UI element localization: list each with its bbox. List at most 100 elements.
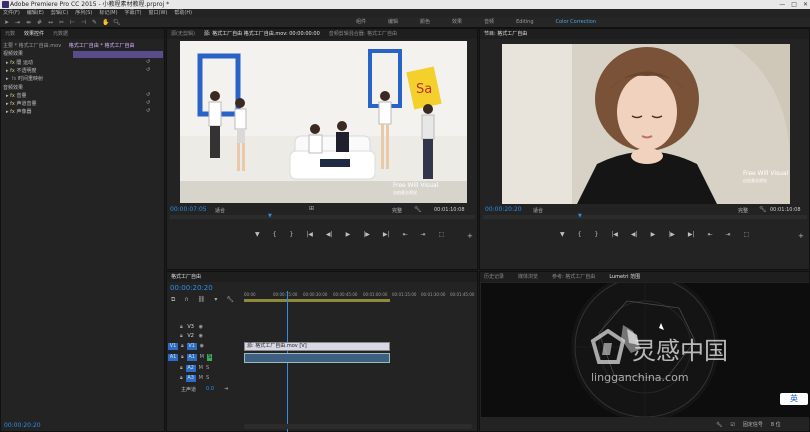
wrench-icon[interactable]: 🔧︎ <box>759 206 767 213</box>
go-to-out-icon[interactable]: ▶| <box>383 231 390 238</box>
workspace-editing[interactable]: Editing <box>516 17 533 28</box>
mark-out-bracket-icon[interactable]: } <box>289 231 293 238</box>
program-timecode[interactable]: 00:00:20:20 <box>485 206 522 213</box>
solo-icon[interactable]: S <box>206 375 209 382</box>
tab-meta[interactable]: 元数 <box>5 29 15 39</box>
track-v3-label[interactable]: V3 <box>186 324 196 331</box>
tab-reference[interactable]: 参考: 格式工厂自由 <box>552 272 595 282</box>
extract-icon[interactable]: ⇥ <box>726 231 731 238</box>
linked-selection-icon[interactable]: ⛓ <box>198 296 206 304</box>
track-a3-label[interactable]: A3 <box>185 375 196 382</box>
add-marker-icon[interactable]: ▾ <box>214 296 217 304</box>
reset-icon[interactable]: ↺ <box>146 59 150 65</box>
lock-icon[interactable]: 🔒︎ <box>180 324 183 331</box>
wrench-icon[interactable]: 🔧︎ <box>414 206 422 213</box>
play-icon[interactable]: ▶ <box>651 231 656 238</box>
source-patch-v1[interactable]: V1 <box>168 343 178 350</box>
step-forward-icon[interactable]: |▶ <box>363 231 370 238</box>
nest-icon[interactable]: ⧉ <box>171 296 175 304</box>
source-timecode[interactable]: 00:00:07:05 <box>170 206 207 213</box>
mute-icon[interactable]: M <box>200 354 204 361</box>
go-to-out-icon[interactable]: ▶| <box>688 231 695 238</box>
maximize-button[interactable]: □ <box>791 0 797 9</box>
work-area-bar[interactable] <box>244 299 390 302</box>
mark-out-bracket-icon[interactable]: } <box>594 231 598 238</box>
tab-history[interactable]: 历史记录 <box>484 272 504 282</box>
menu-sequence[interactable]: 序列(S) <box>75 9 92 17</box>
lift-icon[interactable]: ⇤ <box>707 231 712 238</box>
add-button-icon[interactable]: + <box>467 232 473 240</box>
program-quality-select[interactable]: 完整 <box>738 207 748 214</box>
lock-icon[interactable]: 🔒︎ <box>181 354 184 361</box>
hand-tool-icon[interactable]: ✋ <box>102 19 109 26</box>
reset-icon[interactable]: ↺ <box>146 67 150 73</box>
workspace-color-correction[interactable]: Color Correction <box>556 17 597 28</box>
timeline-timecode[interactable]: 00:00:20:20 <box>170 284 213 292</box>
export-frame-icon[interactable]: ⬚ <box>744 231 750 238</box>
tab-source-empty[interactable]: 源(无剪辑) <box>171 29 195 39</box>
effect-panner[interactable]: ▸ fx 声像器 <box>6 108 31 115</box>
program-zoom-select[interactable]: 适合 <box>533 207 543 214</box>
timeline-ruler[interactable]: 00:00 00:00:15:00 00:00:30:00 00:00:45:0… <box>244 292 476 298</box>
menu-window[interactable]: 窗口(W) <box>149 9 168 17</box>
reset-icon[interactable]: ↺ <box>146 108 150 114</box>
solo-icon[interactable]: S <box>207 354 213 361</box>
go-to-end-icon[interactable]: ⇥ <box>224 386 228 393</box>
tab-media-browser[interactable]: 媒体浏览 <box>518 272 538 282</box>
zoom-tool-icon[interactable]: 🔍︎ <box>113 19 121 26</box>
reset-icon[interactable]: ↺ <box>146 100 150 106</box>
workspace-assembly[interactable]: 组件 <box>356 17 366 28</box>
go-to-in-icon[interactable]: |◀ <box>611 231 618 238</box>
eye-icon[interactable]: ◉ <box>199 333 203 340</box>
track-v2-label[interactable]: V2 <box>186 333 196 340</box>
menu-marker[interactable]: 标记(M) <box>99 9 117 17</box>
track-v1-label[interactable]: V1 <box>186 343 197 350</box>
menu-clip[interactable]: 剪辑(C) <box>51 9 68 17</box>
tab-source-clip[interactable]: 源: 格式工厂自由 格式工厂自由.mov: 00:00:00:00 <box>204 29 320 39</box>
workspace-edit[interactable]: 编辑 <box>388 17 398 28</box>
source-quality-select[interactable]: 完整 <box>392 207 402 214</box>
program-video-frame[interactable]: Free Will Visual 自由意志视觉 <box>502 44 790 204</box>
source-zoom-select[interactable]: 适合 <box>215 207 225 214</box>
ime-indicator[interactable]: 英 <box>780 393 808 405</box>
tab-metadata[interactable]: 元数据 <box>53 29 68 39</box>
clamp-signal-checkbox[interactable]: ☑ <box>730 422 734 428</box>
reset-icon[interactable]: ↺ <box>146 92 150 98</box>
step-back-icon[interactable]: ◀| <box>631 231 638 238</box>
lock-icon[interactable]: 🔒︎ <box>181 343 184 350</box>
mark-in-icon[interactable]: ▼ <box>560 231 565 238</box>
effect-volume[interactable]: ▸ fx 音量 <box>6 92 26 99</box>
mute-icon[interactable]: M <box>199 365 203 372</box>
export-frame-icon[interactable]: ⬚ <box>439 231 445 238</box>
lock-icon[interactable]: 🔒︎ <box>180 365 183 372</box>
master-volume-value[interactable]: 0.0 <box>206 386 214 393</box>
add-button-icon[interactable]: + <box>798 232 804 240</box>
step-forward-icon[interactable]: |▶ <box>668 231 675 238</box>
minimize-button[interactable]: — <box>779 0 785 9</box>
effect-time-remap[interactable]: ▸ fx 时间重映射 <box>6 75 43 82</box>
workspace-audio[interactable]: 音频 <box>484 17 494 28</box>
track-select-tool-icon[interactable]: ⇥ <box>14 19 21 26</box>
razor-tool-icon[interactable]: ✂ <box>58 19 65 26</box>
mute-icon[interactable]: M <box>199 375 203 382</box>
workspace-color[interactable]: 颜色 <box>420 17 430 28</box>
timeline-settings-icon[interactable]: 🔧︎ <box>226 296 234 304</box>
slip-tool-icon[interactable]: ⊢ <box>69 19 76 26</box>
program-scrub-bar[interactable] <box>483 215 807 219</box>
slide-tool-icon[interactable]: ⊣ <box>80 19 87 26</box>
track-a2-label[interactable]: A2 <box>185 365 196 372</box>
rate-tool-icon[interactable]: ↔ <box>47 19 54 26</box>
play-icon[interactable]: ▶ <box>346 231 351 238</box>
workspace-effects[interactable]: 效果 <box>452 17 462 28</box>
menu-help[interactable]: 帮助(H) <box>174 9 192 17</box>
effect-channel-volume[interactable]: ▸ fx 声道音量 <box>6 100 36 107</box>
step-back-icon[interactable]: ◀| <box>326 231 333 238</box>
snap-icon[interactable]: ∩ <box>184 296 188 304</box>
menu-title[interactable]: 字幕(T) <box>125 9 142 17</box>
go-to-in-icon[interactable]: |◀ <box>306 231 313 238</box>
video-clip[interactable]: 源: 格式工厂自由.mov [V] <box>244 342 390 351</box>
source-video-frame[interactable]: Sa Free Will Visual 自由意志视觉 <box>180 41 467 203</box>
eye-icon[interactable]: ◉ <box>199 324 203 331</box>
source-playhead-icon[interactable]: ▼ <box>268 213 272 219</box>
effect-motion[interactable]: ▸ fx 闇 运动 <box>6 59 33 66</box>
